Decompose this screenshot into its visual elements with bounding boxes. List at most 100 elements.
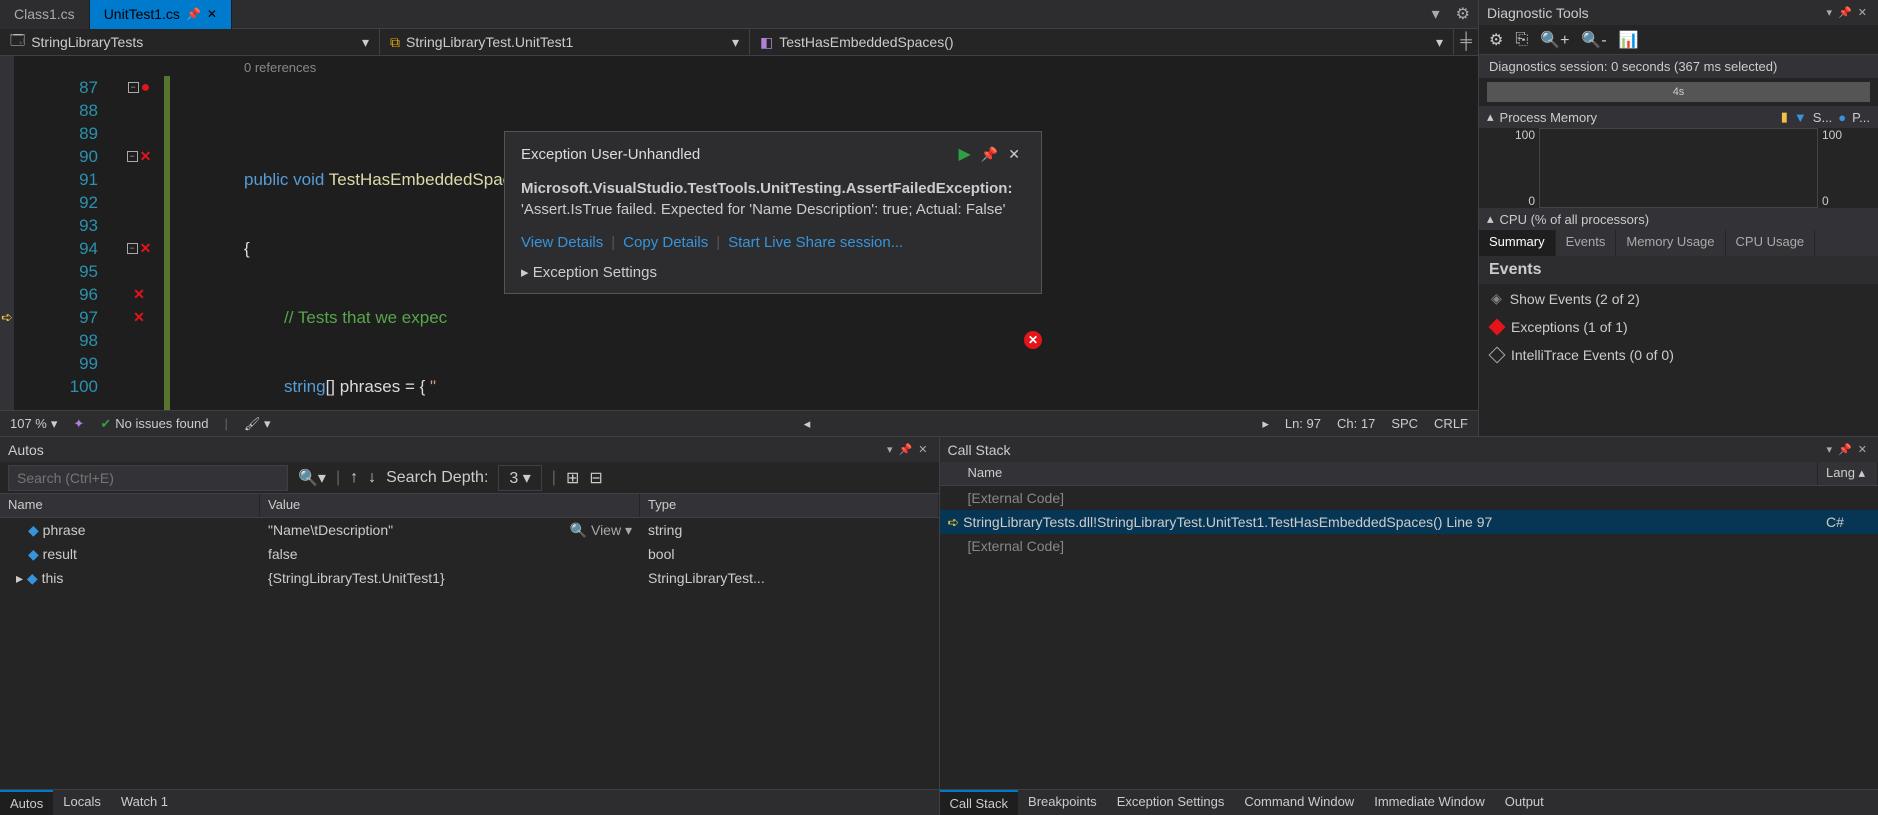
- pin-icon[interactable]: 📌: [896, 443, 916, 456]
- gear-icon[interactable]: ⚙: [1489, 30, 1503, 50]
- pin-icon[interactable]: 📌: [976, 146, 1003, 163]
- process-memory-header[interactable]: ▴ Process Memory ▮ ▼S... ●P...: [1479, 106, 1878, 128]
- line-number: 93: [14, 214, 98, 237]
- toggle-2-icon[interactable]: ⊟: [589, 468, 602, 488]
- zoom-level[interactable]: 107 % ▾: [10, 416, 57, 432]
- var-name: result: [43, 546, 77, 562]
- error-dot-icon: ●: [141, 79, 151, 97]
- view-visualizer[interactable]: 🔍 View ▾: [570, 522, 632, 539]
- collapse-icon[interactable]: −: [127, 243, 138, 254]
- close-icon[interactable]: ✕: [207, 7, 217, 21]
- tab-summary[interactable]: Summary: [1479, 230, 1556, 256]
- zoom-out-icon[interactable]: 🔍-: [1581, 30, 1606, 50]
- tab-label: UnitTest1.cs: [104, 6, 180, 22]
- tab-exception-settings[interactable]: Exception Settings: [1107, 790, 1235, 815]
- callstack-bottom-tabs: Call Stack Breakpoints Exception Setting…: [940, 789, 1878, 815]
- tab-events[interactable]: Events: [1556, 230, 1617, 256]
- autos-row[interactable]: ◆ phrase "Name\tDescription" 🔍 View ▾ st…: [0, 518, 939, 542]
- zoom-in-icon[interactable]: 🔍+: [1540, 30, 1569, 50]
- live-share-link[interactable]: Start Live Share session...: [728, 234, 903, 251]
- dropdown-icon[interactable]: ▾: [884, 443, 896, 456]
- nav-down-icon[interactable]: ↓: [368, 469, 376, 487]
- tab-locals[interactable]: Locals: [53, 790, 111, 815]
- tab-overflow-dropdown[interactable]: ▾: [1424, 4, 1448, 24]
- gear-icon[interactable]: ⚙: [1448, 4, 1478, 24]
- indent-mode[interactable]: SPC: [1391, 416, 1418, 431]
- search-icon[interactable]: 🔍▾: [298, 468, 326, 488]
- cursor-line[interactable]: Ln: 97: [1285, 416, 1321, 431]
- outlining-margin[interactable]: −● −✕ −✕ ✕ ✕: [114, 56, 164, 410]
- timeline-ruler[interactable]: 4s: [1487, 82, 1870, 102]
- tab-label: Class1.cs: [14, 6, 75, 22]
- callstack-row[interactable]: [External Code]: [940, 486, 1878, 510]
- tab-cpu[interactable]: CPU Usage: [1726, 230, 1816, 256]
- close-icon[interactable]: ✕: [1855, 443, 1870, 456]
- search-input[interactable]: [8, 465, 288, 491]
- col-type-header[interactable]: Type: [640, 494, 939, 517]
- tab-autos[interactable]: Autos: [0, 790, 53, 815]
- code-editor[interactable]: ➪ 87 88 89 90 91 92 93 94 95 96 97 98 99…: [0, 56, 1478, 410]
- callstack-row-current[interactable]: ➪ StringLibraryTests.dll!StringLibraryTe…: [940, 510, 1878, 534]
- nav-method[interactable]: ◧ TestHasEmbeddedSpaces() ▾: [750, 29, 1454, 55]
- close-icon[interactable]: ✕: [1003, 146, 1025, 163]
- autos-row[interactable]: ▸ ◆ this {StringLibraryTest.UnitTest1} S…: [0, 566, 939, 590]
- exceptions-row[interactable]: Exceptions (1 of 1): [1479, 313, 1878, 341]
- col-name-header[interactable]: Name: [0, 494, 260, 517]
- memory-chart[interactable]: [1539, 128, 1818, 208]
- tab-command-window[interactable]: Command Window: [1234, 790, 1364, 815]
- depth-select[interactable]: 3 ▾: [498, 465, 541, 491]
- dropdown-icon[interactable]: ▾: [1824, 443, 1836, 456]
- snapshot-label: S...: [1813, 110, 1833, 125]
- issues-status[interactable]: ✔ No issues found: [100, 416, 208, 432]
- line-ending[interactable]: CRLF: [1434, 416, 1468, 431]
- autos-row[interactable]: ◆ result false bool: [0, 542, 939, 566]
- callstack-row[interactable]: [External Code]: [940, 534, 1878, 558]
- close-icon[interactable]: ✕: [915, 443, 930, 456]
- col-name-header[interactable]: Name: [940, 462, 1819, 485]
- col-value-header[interactable]: Value: [260, 494, 640, 517]
- exception-settings-toggle[interactable]: ▸ Exception Settings: [521, 263, 1025, 281]
- reset-view-icon[interactable]: 📊: [1619, 30, 1639, 50]
- view-details-link[interactable]: View Details: [521, 234, 603, 251]
- tab-class1[interactable]: Class1.cs: [0, 0, 90, 29]
- axis-bottom: 0: [1822, 194, 1848, 208]
- tab-output[interactable]: Output: [1495, 790, 1554, 815]
- intellicode-icon[interactable]: ✦: [73, 416, 84, 432]
- cpu-header[interactable]: ▴ CPU (% of all processors): [1479, 208, 1878, 230]
- close-icon[interactable]: ✕: [1855, 6, 1870, 19]
- collapse-icon[interactable]: −: [128, 82, 139, 93]
- error-badge-icon[interactable]: ✕: [1024, 331, 1042, 349]
- collapse-icon[interactable]: −: [127, 151, 138, 162]
- brush-icon[interactable]: 🖌 ▾: [244, 416, 271, 432]
- select-tools-icon[interactable]: ⎘: [1515, 31, 1528, 49]
- pin-icon[interactable]: 📌: [1835, 443, 1855, 456]
- scroll-right-icon[interactable]: ▸: [1262, 416, 1269, 432]
- tab-watch[interactable]: Watch 1: [111, 790, 178, 815]
- nav-scope[interactable]: 🗔 StringLibraryTests ▾: [0, 29, 380, 55]
- tab-unittest1[interactable]: UnitTest1.cs 📌 ✕: [90, 0, 232, 29]
- nav-up-icon[interactable]: ↑: [350, 469, 358, 487]
- pin-icon[interactable]: 📌: [1835, 6, 1855, 19]
- tab-memory[interactable]: Memory Usage: [1616, 230, 1725, 256]
- pin-icon[interactable]: 📌: [186, 7, 201, 21]
- autos-title-label: Autos: [8, 442, 44, 458]
- line-number: 87: [14, 76, 98, 99]
- tab-callstack[interactable]: Call Stack: [940, 790, 1019, 815]
- cursor-col[interactable]: Ch: 17: [1337, 416, 1375, 431]
- dropdown-icon[interactable]: ▾: [1824, 6, 1836, 19]
- show-events-row[interactable]: ◈ Show Events (2 of 2): [1479, 284, 1878, 313]
- scroll-left-icon[interactable]: ◂: [804, 416, 811, 432]
- tab-breakpoints[interactable]: Breakpoints: [1018, 790, 1107, 815]
- line-number: 100: [14, 375, 98, 398]
- codelens-references[interactable]: 0 references: [244, 56, 316, 79]
- tab-immediate-window[interactable]: Immediate Window: [1364, 790, 1495, 815]
- split-icon[interactable]: ╪: [1454, 33, 1478, 51]
- toggle-1-icon[interactable]: ⊞: [566, 468, 579, 488]
- copy-details-link[interactable]: Copy Details: [623, 234, 708, 251]
- nav-class[interactable]: ⧉ StringLibraryTest.UnitTest1 ▾: [380, 29, 750, 55]
- col-lang-header[interactable]: Lang ▴: [1818, 462, 1878, 485]
- autos-panel: Autos ▾ 📌 ✕ 🔍▾ | ↑ ↓ Search Depth: 3 ▾ |…: [0, 437, 940, 815]
- intellitrace-row[interactable]: IntelliTrace Events (0 of 0): [1479, 341, 1878, 369]
- continue-icon[interactable]: ▶: [954, 144, 976, 164]
- breakpoint-margin[interactable]: ➪: [0, 56, 14, 410]
